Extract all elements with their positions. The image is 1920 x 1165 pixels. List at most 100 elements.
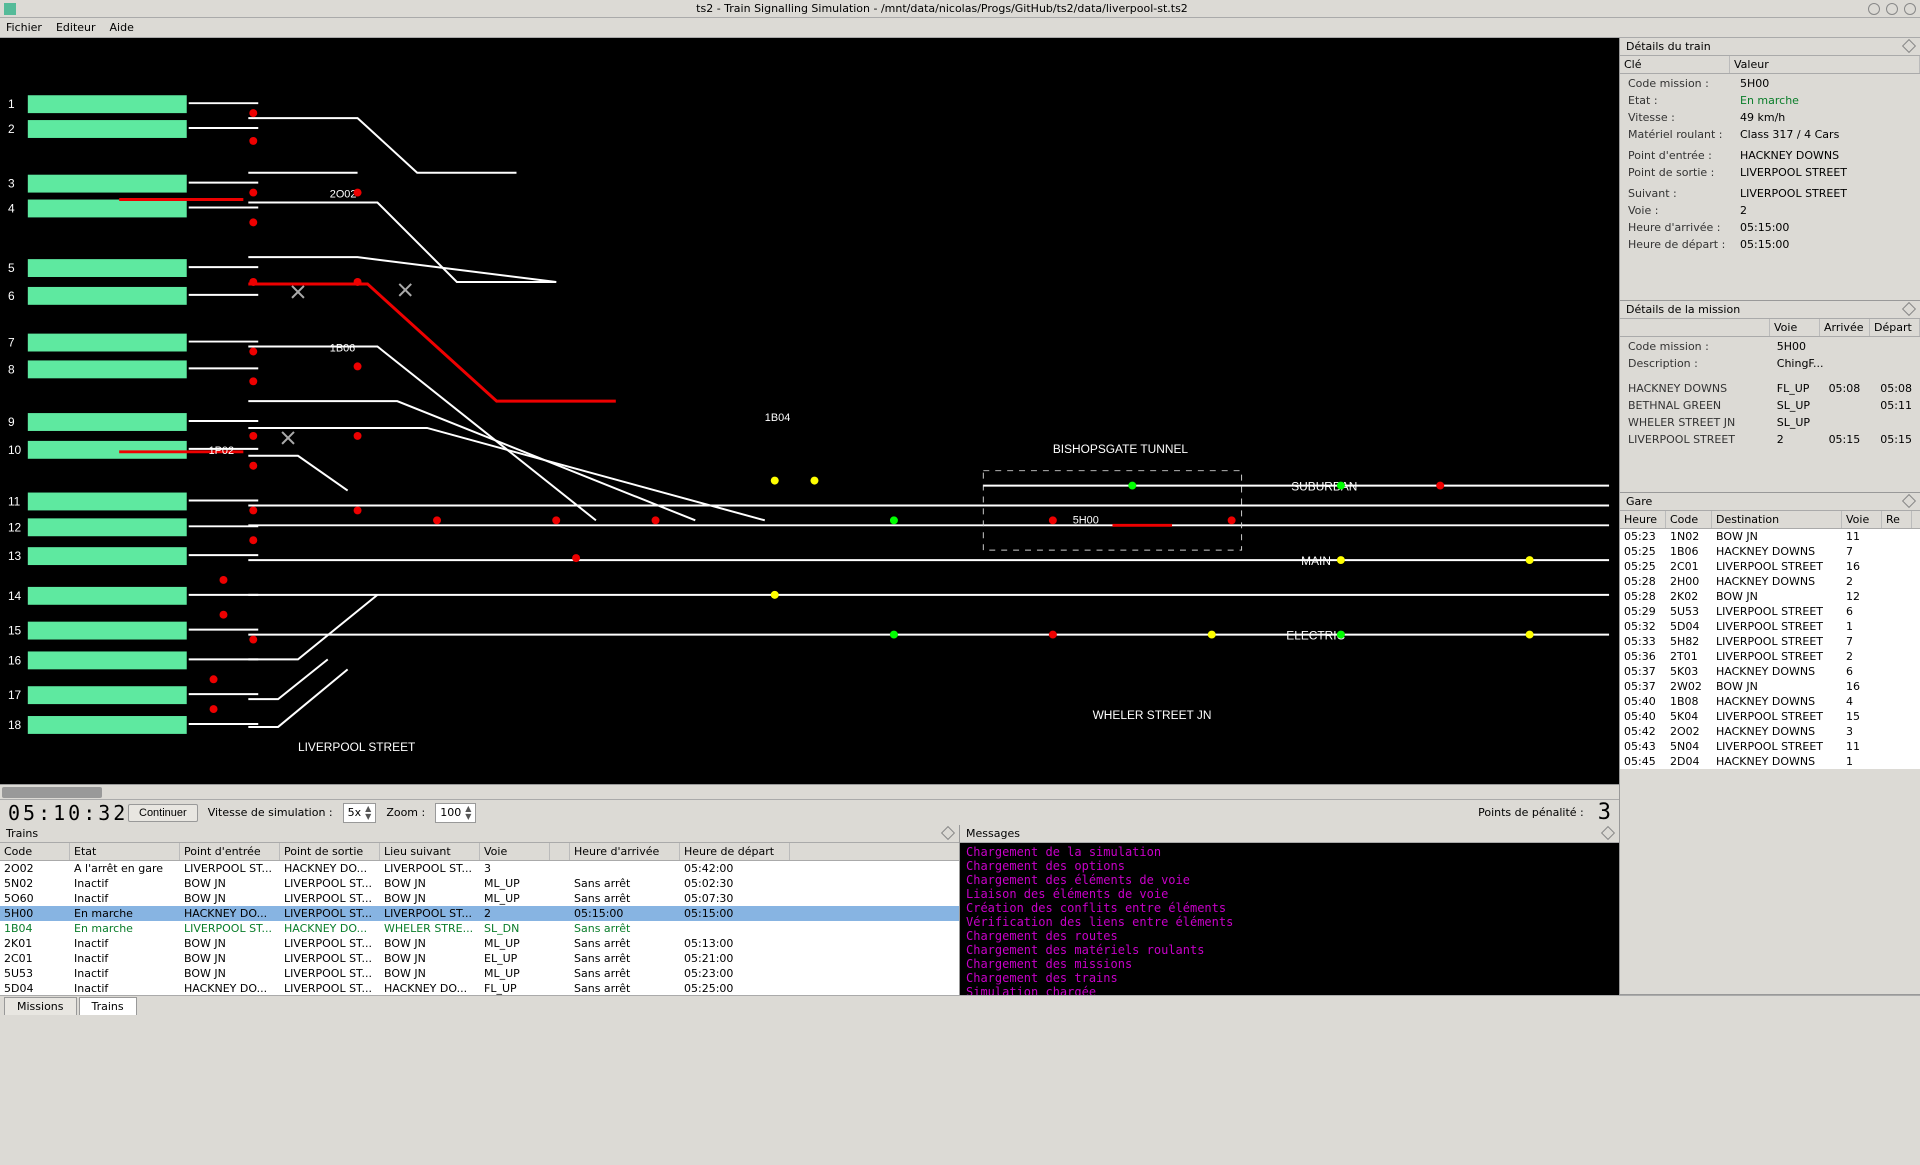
table-row[interactable]: 05:335H82LIVERPOOL STREET7 — [1620, 634, 1920, 649]
svg-text:13: 13 — [8, 549, 22, 563]
svg-text:2O02: 2O02 — [330, 189, 357, 201]
table-row[interactable]: 05:401B08HACKNEY DOWNS4 — [1620, 694, 1920, 709]
svg-text:2: 2 — [8, 122, 15, 136]
table-row[interactable]: 05:295U53LIVERPOOL STREET6 — [1620, 604, 1920, 619]
svg-text:3: 3 — [8, 177, 15, 191]
undock-icon[interactable] — [1902, 302, 1916, 316]
sim-speed-label: Vitesse de simulation : — [208, 806, 333, 819]
table-row[interactable]: 5O60InactifBOW JNLIVERPOOL ST...BOW JNML… — [0, 891, 959, 906]
svg-text:SUBURBAN: SUBURBAN — [1291, 480, 1357, 494]
trains-header: Trains — [0, 825, 959, 843]
svg-text:12: 12 — [8, 520, 22, 534]
undock-icon[interactable] — [941, 826, 955, 840]
zoom-label: Zoom : — [386, 806, 425, 819]
penalty-label: Points de pénalité : — [1478, 806, 1584, 819]
continue-button[interactable]: Continuer — [128, 804, 198, 822]
svg-text:1P02: 1P02 — [209, 445, 234, 457]
menu-editor[interactable]: Editeur — [56, 21, 96, 34]
minimize-icon[interactable] — [1868, 3, 1880, 15]
table-row[interactable]: 05:252C01LIVERPOOL STREET16 — [1620, 559, 1920, 574]
train-detail-panel: Détails du train CléValeur Code mission … — [1620, 38, 1920, 301]
svg-text:BISHOPSGATE TUNNEL: BISHOPSGATE TUNNEL — [1053, 442, 1189, 456]
table-row[interactable]: 5D04InactifHACKNEY DO...LIVERPOOL ST...H… — [0, 981, 959, 995]
undock-icon[interactable] — [1601, 826, 1615, 840]
table-row[interactable]: 05:325D04LIVERPOOL STREET1 — [1620, 619, 1920, 634]
maximize-icon[interactable] — [1886, 3, 1898, 15]
svg-text:1B04: 1B04 — [765, 412, 790, 424]
table-row[interactable]: 05:231N02BOW JN11 — [1620, 529, 1920, 544]
svg-text:5H00: 5H00 — [1073, 514, 1099, 526]
table-row[interactable]: 05:435N04LIVERPOOL STREET11 — [1620, 739, 1920, 754]
svg-text:11: 11 — [8, 494, 21, 508]
train-detail-table: Code mission :5H00Etat :En marcheVitesse… — [1620, 74, 1920, 254]
undock-icon[interactable] — [1902, 39, 1916, 53]
svg-text:6: 6 — [8, 289, 15, 303]
sim-clock: 05:10:32 — [8, 801, 118, 825]
penalty-value: 3 — [1598, 800, 1611, 825]
track-canvas[interactable]: 123456789101112131415161718 — [0, 38, 1619, 784]
svg-text:5: 5 — [8, 261, 15, 275]
trains-table-header: CodeEtatPoint d'entréePoint de sortieLie… — [0, 843, 959, 861]
table-row[interactable]: 2C01InactifBOW JNLIVERPOOL ST...BOW JNEL… — [0, 951, 959, 966]
station-title: Gare — [1626, 495, 1652, 508]
table-row[interactable]: 05:362T01LIVERPOOL STREET2 — [1620, 649, 1920, 664]
canvas-hscroll[interactable] — [0, 784, 1619, 799]
control-bar: 05:10:32 Continuer Vitesse de simulation… — [0, 799, 1619, 825]
app-icon — [4, 3, 16, 15]
close-icon[interactable] — [1904, 3, 1916, 15]
titlebar: ts2 - Train Signalling Simulation - /mnt… — [0, 0, 1920, 18]
messages-panel: Messages Chargement de la simulationChar… — [960, 825, 1619, 995]
tab-missions[interactable]: Missions — [4, 997, 77, 1015]
svg-text:1: 1 — [8, 97, 15, 111]
mission-header: VoieArrivéeDépart — [1620, 319, 1920, 337]
svg-text:LIVERPOOL STREET: LIVERPOOL STREET — [298, 740, 415, 754]
table-row[interactable]: 05:372W02BOW JN16 — [1620, 679, 1920, 694]
station-header: HeureCodeDestinationVoieRe — [1620, 511, 1920, 529]
menubar: Fichier Editeur Aide — [0, 18, 1920, 38]
messages-body[interactable]: Chargement de la simulationChargement de… — [960, 843, 1619, 995]
svg-text:ELECTRIC: ELECTRIC — [1286, 629, 1345, 643]
svg-text:15: 15 — [8, 624, 22, 638]
menu-file[interactable]: Fichier — [6, 21, 42, 34]
svg-text:MAIN: MAIN — [1301, 554, 1331, 568]
table-row[interactable]: 05:282K02BOW JN12 — [1620, 589, 1920, 604]
table-row[interactable]: 05:405K04LIVERPOOL STREET15 — [1620, 709, 1920, 724]
table-row[interactable]: 1B04En marcheLIVERPOOL ST...HACKNEY DO..… — [0, 921, 959, 936]
menu-help[interactable]: Aide — [110, 21, 134, 34]
table-row[interactable]: 05:375K03HACKNEY DOWNS6 — [1620, 664, 1920, 679]
svg-text:18: 18 — [8, 718, 22, 732]
table-row[interactable]: 05:422O02HACKNEY DOWNS3 — [1620, 724, 1920, 739]
mission-detail-title: Détails de la mission — [1626, 303, 1740, 316]
sim-speed-spin[interactable]: 5x▲▼ — [343, 803, 377, 823]
svg-text:10: 10 — [8, 443, 22, 457]
table-row[interactable]: 2K01InactifBOW JNLIVERPOOL ST...BOW JNML… — [0, 936, 959, 951]
bottom-tabs: Missions Trains — [0, 995, 1920, 1015]
window-title: ts2 - Train Signalling Simulation - /mnt… — [16, 2, 1868, 15]
table-row[interactable]: 5H00En marcheHACKNEY DO...LIVERPOOL ST..… — [0, 906, 959, 921]
zoom-spin[interactable]: 100▲▼ — [435, 803, 476, 823]
svg-text:16: 16 — [8, 653, 22, 667]
trains-panel: Trains CodeEtatPoint d'entréePoint de so… — [0, 825, 960, 995]
svg-text:9: 9 — [8, 415, 15, 429]
svg-text:14: 14 — [8, 589, 22, 603]
train-detail-title: Détails du train — [1626, 40, 1711, 53]
station-table-body[interactable]: 05:231N02BOW JN1105:251B06HACKNEY DOWNS7… — [1620, 529, 1920, 769]
svg-text:8: 8 — [8, 362, 15, 376]
trains-table-body[interactable]: 2O02A l'arrêt en gareLIVERPOOL ST...HACK… — [0, 861, 959, 995]
svg-text:17: 17 — [8, 688, 22, 702]
table-row[interactable]: 5N02InactifBOW JNLIVERPOOL ST...BOW JNML… — [0, 876, 959, 891]
tab-trains[interactable]: Trains — [79, 997, 137, 1015]
svg-text:WHELER STREET JN: WHELER STREET JN — [1093, 708, 1212, 722]
svg-text:1B06: 1B06 — [330, 342, 355, 354]
table-row[interactable]: 5U53InactifBOW JNLIVERPOOL ST...BOW JNML… — [0, 966, 959, 981]
svg-text:7: 7 — [8, 336, 15, 350]
table-row[interactable]: 05:251B06HACKNEY DOWNS7 — [1620, 544, 1920, 559]
table-row[interactable]: 05:452D04HACKNEY DOWNS1 — [1620, 754, 1920, 769]
svg-text:4: 4 — [8, 201, 15, 215]
undock-icon[interactable] — [1902, 494, 1916, 508]
messages-header: Messages — [960, 825, 1619, 843]
table-row[interactable]: 05:282H00HACKNEY DOWNS2 — [1620, 574, 1920, 589]
table-row[interactable]: 2O02A l'arrêt en gareLIVERPOOL ST...HACK… — [0, 861, 959, 876]
station-panel: Gare HeureCodeDestinationVoieRe 05:231N0… — [1620, 493, 1920, 995]
mission-detail-table: Code mission :5H00Description :ChingF...… — [1620, 337, 1920, 449]
